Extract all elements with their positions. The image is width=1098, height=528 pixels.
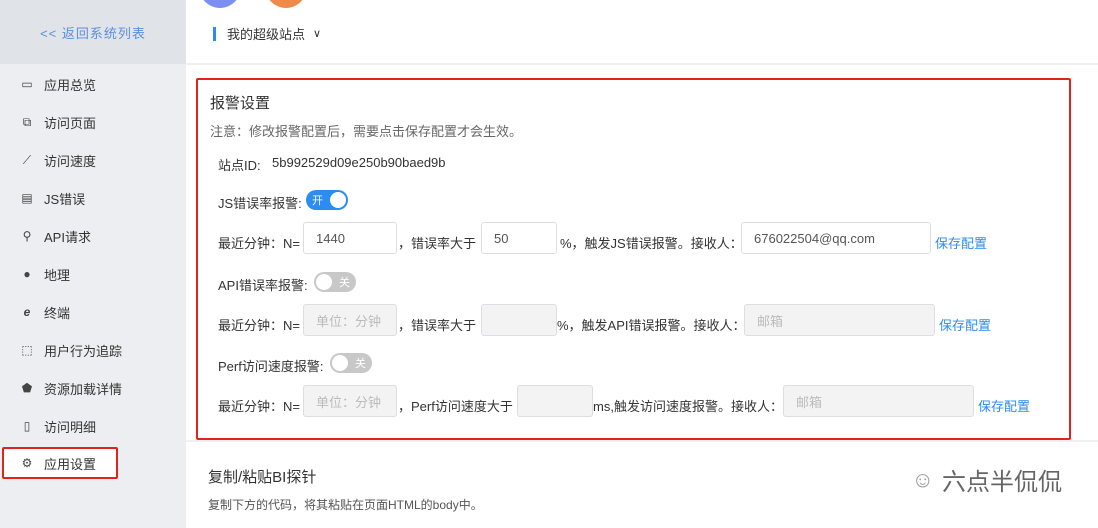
globe-icon: ● (23, 267, 31, 281)
probe-title: 复制/粘贴BI探针 (208, 469, 317, 486)
divider (186, 440, 1098, 442)
sidebar-item-label: 应用设置 (44, 456, 97, 472)
site-id-label: 站点ID: (218, 158, 261, 173)
sidebar-item-label: 访问明细 (44, 419, 97, 435)
probe-desc: 复制下方的代码，将其粘贴在页面HTML的body中。 (208, 498, 483, 512)
ie-icon: e (23, 305, 31, 319)
watermark-text: 六点半侃侃 (942, 469, 1062, 496)
perf-n-label: 最近分钟：N= (218, 399, 300, 414)
sidebar-item-visits[interactable]: ▯ 访问明细 (0, 407, 186, 445)
file-icon: ▯ (23, 419, 31, 433)
sidebar-item-label: 访问速度 (44, 153, 97, 169)
perf-minutes-input[interactable]: 单位：分钟 (303, 385, 397, 417)
toggle-text: 开 (312, 195, 323, 207)
site-name: 我的超级站点 (227, 27, 306, 42)
api-rate-input[interactable] (481, 304, 557, 336)
link-icon: ⚲ (22, 229, 32, 243)
sidebar-item-speed[interactable]: ⟋ 访问速度 (0, 141, 186, 179)
avatar[interactable] (198, 0, 242, 8)
api-n-label: 最近分钟：N= (218, 318, 300, 333)
sidebar-item-pages[interactable]: ⧉ 访问页面 (0, 103, 186, 141)
sidebar-item-js-error[interactable]: ▤ JS错误 (0, 179, 186, 217)
js-save-button[interactable]: 保存配置 (935, 233, 987, 252)
main: 我的超级站点 ∨ 报警设置 注意：修改报警配置后，需要点击保存配置才会生效。 站点… (186, 0, 1098, 528)
sidebar-item-terminal[interactable]: e 终端 (0, 293, 186, 331)
sidebar-item-api[interactable]: ⚲ API请求 (0, 217, 186, 255)
wechat-icon: ☺ (911, 466, 934, 492)
divider (186, 63, 1098, 65)
perf-speed-input[interactable] (517, 385, 593, 417)
sidebar-item-overview[interactable]: ▭ 应用总览 (0, 65, 186, 103)
sidebar-item-label: API请求 (44, 229, 91, 245)
sidebar-item-geo[interactable]: ● 地理 (0, 255, 186, 293)
chevron-down-icon: ∨ (313, 28, 322, 40)
accent-bar (213, 26, 216, 41)
perf-alarm-label: Perf访问速度报警: (218, 359, 324, 374)
perf-speed-label: ，Perf访问速度大于 (398, 399, 513, 414)
toggle-text: 关 (355, 358, 366, 370)
api-minutes-input[interactable]: 单位：分钟 (303, 304, 397, 336)
bug-file-icon: ▤ (21, 191, 33, 205)
js-rate-input[interactable]: 50 (481, 222, 557, 254)
sidebar-item-label: 终端 (44, 305, 71, 321)
js-email-input[interactable]: 676022504@qq.com (741, 222, 931, 254)
js-n-label: 最近分钟：N= (218, 236, 300, 251)
sidebar-item-tracking[interactable]: ⬚ 用户行为追踪 (0, 331, 186, 369)
sidebar-item-label: 用户行为追踪 (44, 343, 123, 359)
perf-save-button[interactable]: 保存配置 (978, 396, 1030, 415)
track-icon: ⬚ (21, 343, 33, 357)
gear-icon: ⚙ (21, 456, 33, 470)
sidebar-item-label: 资源加载详情 (44, 381, 123, 397)
js-alarm-label: JS错误率报警: (218, 196, 302, 211)
toggle-knob (332, 355, 348, 371)
resource-icon: ⬟ (21, 381, 33, 395)
api-alarm-toggle[interactable]: 关 (314, 272, 356, 292)
api-rate-label: ，错误率大于 (398, 318, 477, 333)
back-to-system-list[interactable]: << 返回系统列表 (0, 0, 186, 64)
sidebar: << 返回系统列表 ▭ 应用总览 ⧉ 访问页面 ⟋ 访问速度 ▤ JS错误 ⚲ API请求… (0, 0, 186, 528)
alarm-settings-panel: 报警设置 注意：修改报警配置后，需要点击保存配置才会生效。 站点ID: 5b99… (196, 78, 1071, 440)
sidebar-item-resources[interactable]: ⬟ 资源加载详情 (0, 369, 186, 407)
api-save-button[interactable]: 保存配置 (939, 315, 991, 334)
api-alarm-label: API错误率报警: (218, 278, 308, 293)
site-id: 5b992529d09e250b90baed9b (272, 155, 446, 170)
toggle-knob (330, 192, 346, 208)
laptop-icon: ▭ (21, 77, 33, 91)
sidebar-item-settings[interactable]: ⚙ 应用设置 (2, 447, 118, 479)
sidebar-item-label: 地理 (44, 267, 71, 283)
avatar[interactable] (264, 0, 308, 8)
sidebar-item-label: 应用总览 (44, 77, 97, 93)
js-rate-label: ，错误率大于 (398, 236, 477, 251)
watermark: ☺ 六点半侃侃 (912, 462, 1062, 497)
line-chart-icon: ⟋ (22, 152, 32, 167)
perf-trigger-text: ms,触发访问速度报警。接收人： (593, 399, 783, 414)
pages-icon: ⧉ (22, 114, 32, 129)
perf-email-input[interactable]: 邮箱 (783, 385, 974, 417)
alarm-note: 注意：修改报警配置后，需要点击保存配置才会生效。 (210, 124, 523, 139)
js-trigger-text: %，触发JS错误报警。接收人： (560, 236, 743, 251)
js-minutes-input[interactable]: 1440 (303, 222, 397, 254)
js-alarm-toggle[interactable]: 开 (306, 190, 348, 210)
sidebar-item-label: JS错误 (44, 191, 86, 207)
api-email-input[interactable]: 邮箱 (744, 304, 935, 336)
toggle-knob (316, 274, 332, 290)
sidebar-item-label: 访问页面 (44, 115, 97, 131)
toggle-text: 关 (339, 277, 350, 289)
alarm-title: 报警设置 (210, 95, 271, 112)
api-trigger-text: %，触发API错误报警。接收人： (557, 318, 746, 333)
site-selector[interactable]: 我的超级站点 ∨ (213, 24, 321, 43)
perf-alarm-toggle[interactable]: 关 (330, 353, 372, 373)
